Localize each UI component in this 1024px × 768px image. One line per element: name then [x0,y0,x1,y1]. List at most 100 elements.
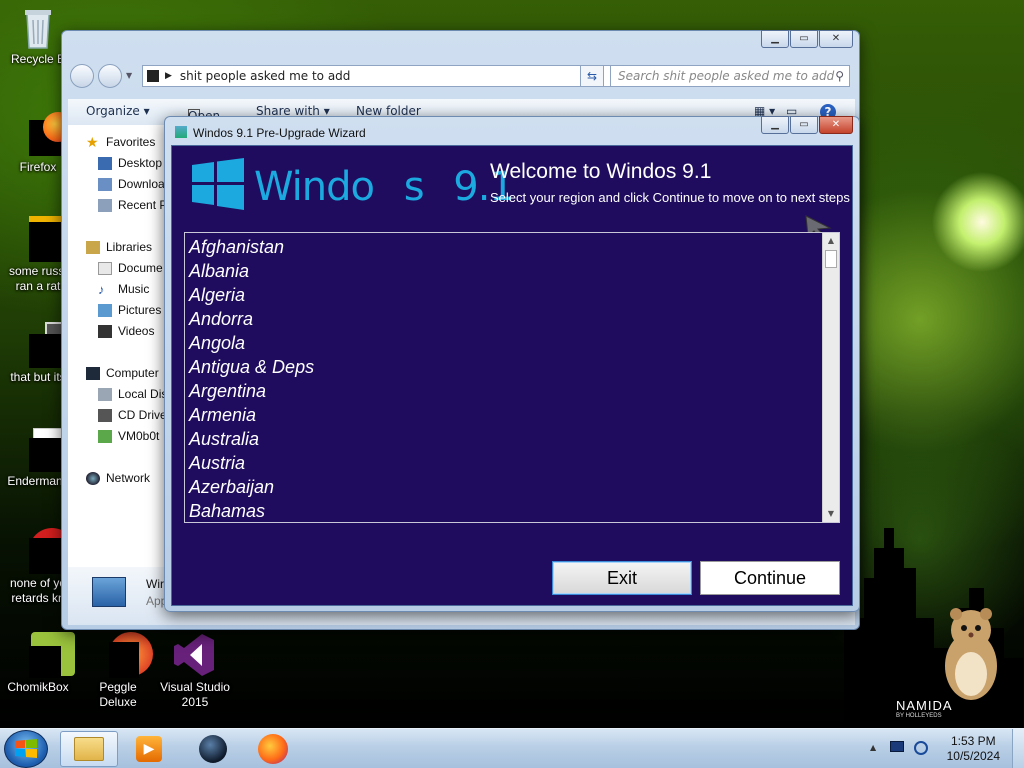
taskbar-app[interactable] [184,731,242,767]
region-option[interactable]: Andorra [189,307,819,331]
pictures-icon [98,303,112,317]
scroll-down-icon[interactable]: ▼ [823,506,839,522]
nav-label: Favorites [106,135,156,149]
show-hidden-icons-button[interactable]: ▲ [870,743,876,752]
network-tray-icon[interactable] [914,741,928,755]
videos-icon [98,324,112,338]
watermark-subtext: BY HOLLEYEDS [896,713,942,719]
exit-button[interactable]: Exit [552,561,692,595]
scroll-up-icon[interactable]: ▲ [823,233,839,249]
refresh-icon: ⇆ [586,69,598,83]
minimize-button[interactable]: ▁ [761,116,789,134]
desktop-icon [98,156,112,170]
namida-watermark: NAMIDA BY HOLLEYEDS [896,698,953,719]
search-icon: ⚲ [835,69,844,83]
wizard-title: Windos 9.1 Pre-Upgrade Wizard [193,126,366,140]
close-button[interactable]: ✕ [819,30,853,48]
firefox-icon [258,734,288,764]
system-clock[interactable]: 1:53 PM 10/5/2024 [947,734,1000,764]
wizard-body: Windo s 9.1 Welcome to Windos 9.1 Select… [171,145,853,606]
desktop-icon-peggle-deluxe[interactable]: Peggle Deluxe [80,632,156,710]
nav-label: Recent P [118,198,168,212]
address-text: shit people asked me to add [179,69,351,83]
app-icon [15,528,75,574]
folder-stack-icon [15,322,69,368]
close-icon: ✕ [831,119,841,130]
network-icon [914,741,928,755]
refresh-button[interactable]: ⇆ [580,65,604,87]
maximize-button[interactable]: ▭ [790,116,818,134]
peggle-icon [95,632,153,678]
firefox-icon [15,112,73,158]
flag-icon [890,741,904,752]
recent-pages-dropdown[interactable]: ▼ [126,71,132,80]
region-option[interactable]: Argentina [189,379,819,403]
listbox-scrollbar[interactable]: ▲ ▼ [822,233,839,522]
media-player-icon: ▶ [136,736,162,762]
disk-icon [98,387,112,401]
region-option[interactable]: Azerbaijan [189,475,819,499]
continue-button[interactable]: Continue [700,561,840,595]
music-icon: ♪ [98,281,105,297]
computer-icon [86,366,100,380]
taskbar-firefox[interactable] [244,731,302,767]
restore-icon: ▭ [799,119,809,130]
search-input[interactable]: Search shit people asked me to add ⚲ [610,65,850,87]
network-globe-icon [86,471,100,485]
region-option[interactable]: Bahamas [189,499,819,522]
close-button[interactable]: ✕ [819,116,853,134]
wizard-subheading: Select your region and click Continue to… [490,190,850,205]
show-desktop-button[interactable] [1012,729,1024,768]
window-icon [15,426,77,472]
region-list: Afghanistan Albania Algeria Andorra Ango… [189,235,819,522]
watermark-text: NAMIDA [896,698,953,713]
desktop-icon-visual-studio[interactable]: Visual Studio 2015 [157,632,233,710]
action-center-icon[interactable] [890,741,904,755]
folder-icon [147,70,159,82]
taskbar-media-player[interactable]: ▶ [120,731,178,767]
minimize-icon: ▁ [771,119,779,130]
nav-label: Local Dis [118,387,168,401]
taskbar-explorer[interactable] [60,731,118,767]
clock-date: 10/5/2024 [946,749,1000,763]
explorer-caption-buttons: ▁ ▭ ✕ [760,30,853,48]
breadcrumb-arrow-icon: ▶ [165,71,172,81]
forward-button[interactable] [98,64,122,88]
recycle-bin-icon [15,4,61,50]
region-option[interactable]: Albania [189,259,819,283]
desktop-icon-chomikbox[interactable]: ChomikBox [0,632,76,695]
address-bar[interactable]: ▶ shit people asked me to add ▼ [142,65,640,87]
region-option[interactable]: Angola [189,331,819,355]
nav-label: Downloa [118,177,165,191]
wizard-logo-text: Windo s 9.1 [254,164,515,210]
hamster-mascot [945,608,997,700]
wizard-caption-buttons: ▁ ▭ ✕ [760,116,853,134]
organize-button[interactable]: Organize ▾ [86,104,150,118]
region-option[interactable]: Austria [189,451,819,475]
minimize-icon: ▁ [771,33,779,44]
region-option[interactable]: Algeria [189,283,819,307]
nav-label: VM0b0t [118,429,160,443]
region-option[interactable]: Afghanistan [189,235,819,259]
minimize-button[interactable]: ▁ [761,30,789,48]
nav-label: Libraries [106,240,153,254]
scroll-thumb[interactable] [825,250,837,268]
visual-studio-icon [172,632,218,678]
region-listbox[interactable]: Afghanistan Albania Algeria Andorra Ango… [184,232,840,523]
logo-text: Windo s 9.1 [254,164,515,210]
recent-places-icon [98,198,112,212]
region-option[interactable]: Australia [189,427,819,451]
app-orb-icon [199,735,227,763]
taskbar: ▶ ▲ 1:53 PM 10/5/2024 [0,728,1024,768]
wizard-heading: Welcome to Windos 9.1 [490,160,712,183]
desktop-icon-label: ChomikBox [7,680,69,694]
libraries-icon [86,240,100,254]
clock-time: 1:53 PM [950,734,996,748]
maximize-button[interactable]: ▭ [790,30,818,48]
back-button[interactable] [70,64,94,88]
nav-label: CD Drive [118,408,167,422]
start-button[interactable] [4,730,48,768]
wizard-window[interactable]: Windos 9.1 Pre-Upgrade Wizard ▁ ▭ ✕ Wind… [164,116,860,612]
region-option[interactable]: Antigua & Deps [189,355,819,379]
region-option[interactable]: Armenia [189,403,819,427]
